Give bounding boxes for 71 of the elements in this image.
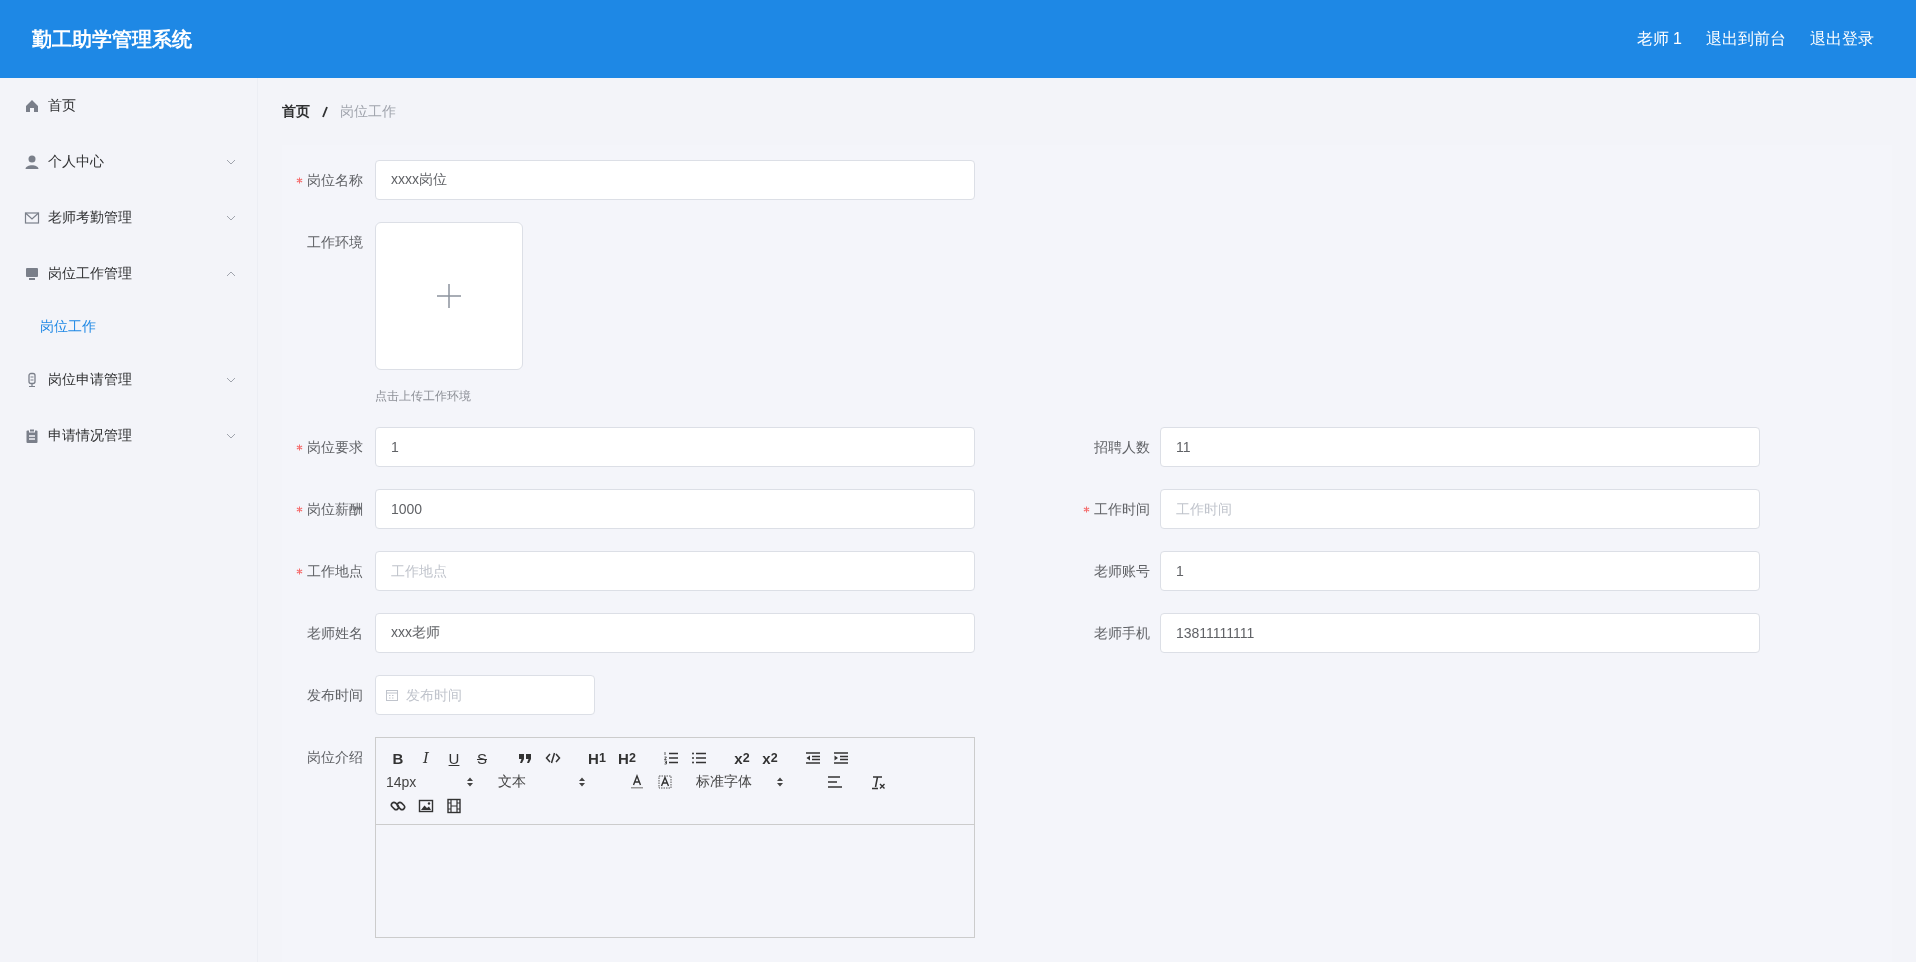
app-title: 勤工助学管理系统 — [32, 26, 192, 52]
field-label: 工作地点 — [282, 551, 375, 591]
bold-button[interactable]: B — [384, 746, 412, 770]
field-label: 发布时间 — [306, 686, 364, 705]
sidebar-item[interactable]: 首页 — [0, 78, 257, 134]
date-input[interactable]: 发布时间 — [404, 686, 568, 704]
header-link[interactable]: 退出登录 — [1810, 28, 1874, 50]
breadcrumb-item[interactable]: 首页 — [282, 102, 310, 121]
highlight-icon — [657, 774, 673, 790]
numbered-list-icon — [663, 750, 679, 766]
home-icon — [24, 98, 40, 114]
plus-icon — [435, 282, 463, 310]
field-label: 老师手机 — [1093, 624, 1151, 643]
sidebar-item[interactable]: 岗位工作管理 — [0, 246, 257, 302]
text-input[interactable]: 13811111111 — [1160, 613, 1760, 653]
required-asterisk-icon — [296, 568, 303, 575]
header-link[interactable]: 退出到前台 — [1706, 28, 1786, 50]
indent-icon — [833, 750, 849, 766]
text-color-icon — [629, 774, 645, 790]
user-icon — [24, 154, 40, 170]
sidebar-item[interactable]: 老师考勤管理 — [0, 190, 257, 246]
field-label: 岗位名称 — [282, 160, 375, 200]
bullet-list-icon — [691, 750, 707, 766]
outdent-icon — [805, 750, 821, 766]
toolbar-dropdown[interactable]: 14px — [384, 770, 482, 794]
required-asterisk-icon — [296, 506, 303, 513]
film-icon — [446, 798, 462, 814]
toolbar-dropdown[interactable]: 文本 — [496, 770, 594, 794]
text-input[interactable]: 1 — [1160, 551, 1760, 591]
text-input[interactable]: 1000 — [375, 489, 975, 529]
code-icon — [545, 750, 561, 766]
up-down-arrow-icon — [466, 776, 474, 788]
field-label: 岗位要求 — [282, 427, 375, 467]
sidebar-item[interactable]: 申请情况管理 — [0, 408, 257, 464]
field-label: 工作环境 — [306, 233, 364, 252]
text-input[interactable]: 1 — [375, 427, 975, 467]
clear-format-icon — [870, 774, 886, 790]
sidebar-item[interactable]: 个人中心 — [0, 134, 257, 190]
text-input[interactable]: 工作地点 — [375, 551, 975, 591]
field-label: 老师账号 — [1093, 562, 1151, 581]
underline-button[interactable]: U — [440, 746, 468, 770]
strikethrough-button[interactable]: S — [468, 746, 496, 770]
upload-hint: 点击上传工作环境 — [375, 388, 472, 405]
toolbar-dropdown[interactable]: 标准字体 — [694, 770, 792, 794]
up-down-arrow-icon — [776, 776, 784, 788]
italic-button[interactable]: I — [412, 746, 440, 770]
field-label: 工作时间 — [1060, 489, 1160, 529]
image-icon — [418, 798, 434, 814]
mail-icon — [24, 210, 40, 226]
sidebar-subitem[interactable]: 岗位工作 — [0, 302, 257, 352]
text-input[interactable]: 工作时间 — [1160, 489, 1760, 529]
calendar-icon — [386, 689, 398, 701]
date-picker[interactable]: 发布时间 — [375, 675, 595, 715]
text-input[interactable]: xxxx岗位 — [375, 160, 975, 200]
text-input[interactable]: xxx老师 — [375, 613, 975, 653]
field-label: 老师姓名 — [306, 624, 364, 643]
header-link[interactable]: 老师 1 — [1636, 28, 1682, 50]
clipboard-icon — [24, 428, 40, 444]
text-input[interactable]: 11 — [1160, 427, 1760, 467]
field-label: 岗位介绍 — [306, 748, 364, 767]
required-asterisk-icon — [296, 444, 303, 451]
up-down-arrow-icon — [578, 776, 586, 788]
align-left-icon — [827, 774, 843, 790]
field-label: 岗位薪酬 — [282, 489, 375, 529]
field-label: 招聘人数 — [1093, 438, 1151, 457]
required-asterisk-icon — [296, 177, 303, 184]
required-asterisk-icon — [1083, 506, 1090, 513]
sidebar-item[interactable]: 岗位申请管理 — [0, 352, 257, 408]
monitor-icon — [24, 266, 40, 282]
breadcrumb-item: 岗位工作 — [340, 102, 396, 121]
slash-icon — [320, 104, 330, 119]
